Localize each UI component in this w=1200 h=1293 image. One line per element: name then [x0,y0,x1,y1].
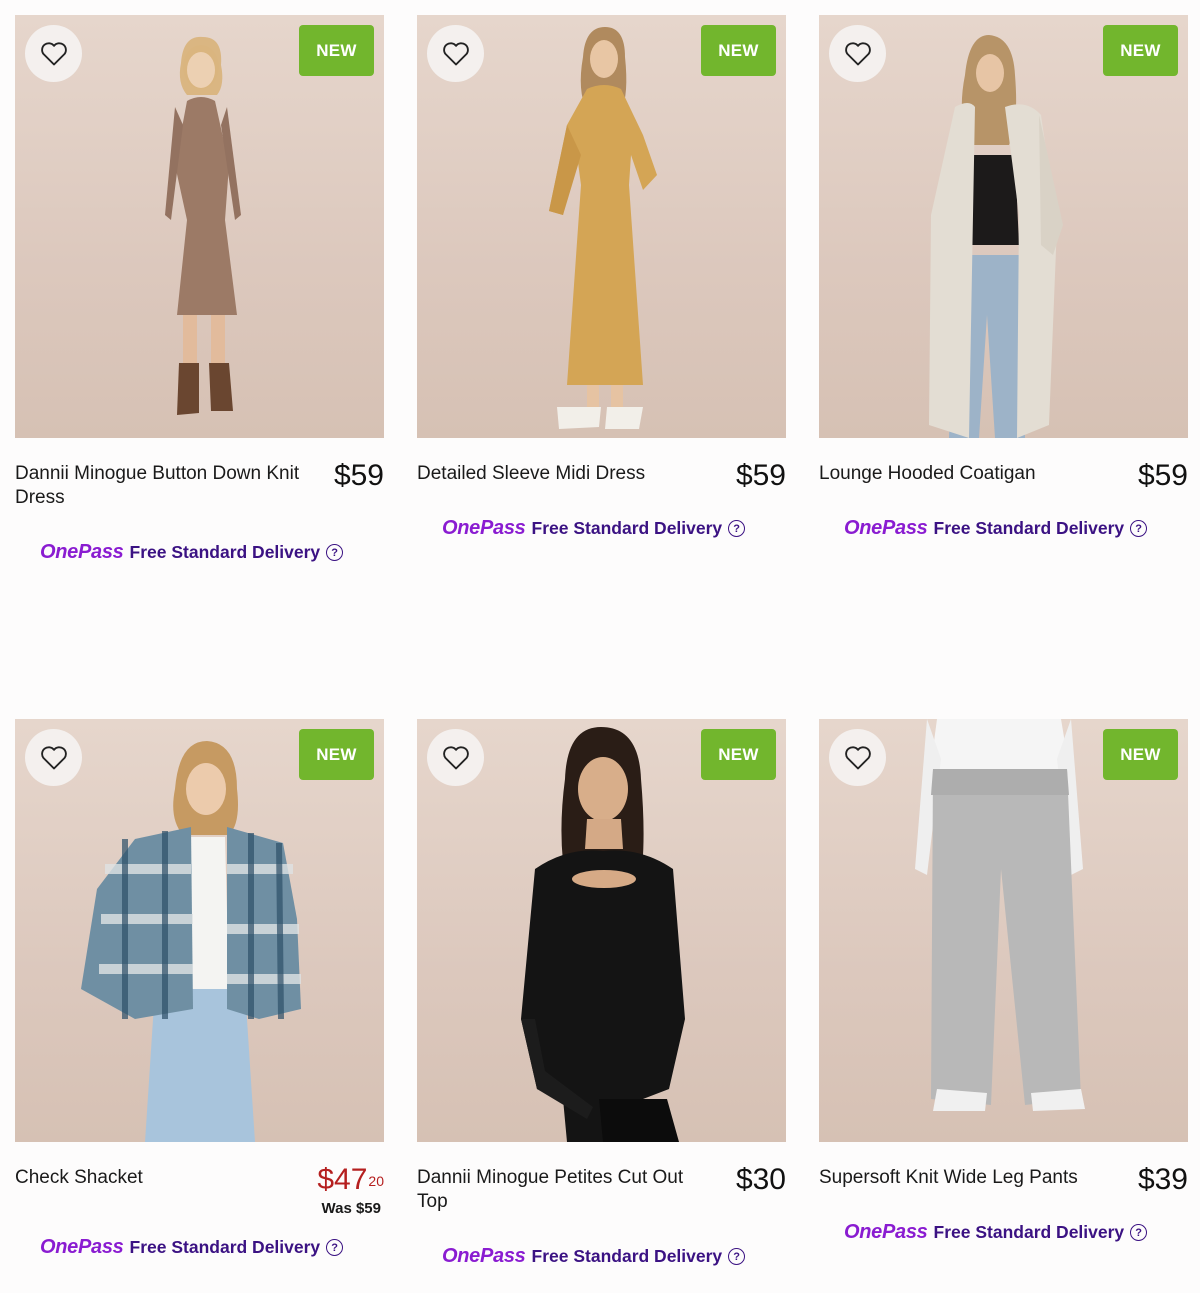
wishlist-button[interactable] [829,25,886,82]
model-photo [915,719,1085,1111]
sale-price-cents: 20 [368,1173,384,1189]
new-badge: NEW [1103,25,1178,76]
onepass-delivery: OnePass Free Standard Delivery ? [40,541,344,564]
product-price: $39 [1137,1163,1188,1196]
help-icon[interactable]: ? [326,1239,344,1256]
help-icon[interactable]: ? [326,544,344,561]
product-price: $30 [735,1163,786,1196]
heart-icon [442,41,469,65]
product-title[interactable]: Detailed Sleeve Midi Dress [417,462,717,486]
new-badge: NEW [1103,729,1178,780]
new-badge: NEW [299,729,374,780]
new-badge: NEW [299,25,374,76]
was-price: Was $59 [321,1200,381,1217]
heart-icon [40,41,67,65]
heart-icon [442,745,469,769]
product-price: $59 [735,459,786,492]
delivery-text: Free Standard Delivery [531,1246,723,1266]
delivery-text: Free Standard Delivery [129,542,321,562]
wishlist-button[interactable] [25,729,82,786]
product-image[interactable]: NEW [819,15,1188,438]
wishlist-button[interactable] [829,729,886,786]
help-icon[interactable]: ? [728,1248,746,1265]
product-image[interactable]: NEW [15,15,384,438]
onepass-delivery: OnePass Free Standard Delivery ? [40,1236,344,1259]
wishlist-button[interactable] [427,25,484,82]
product-card[interactable]: NEW Lounge Hooded Coatigan $59 OnePass F… [819,15,1188,539]
heart-icon [40,745,67,769]
sale-price: $4720 [317,1163,384,1197]
model-photo [521,727,685,1142]
product-card[interactable]: NEW Dannii Minogue Petites Cut Out Top $… [417,719,786,1267]
product-image[interactable]: NEW [819,719,1188,1142]
product-image[interactable]: NEW [417,719,786,1142]
product-card[interactable]: NEW Detailed Sleeve Midi Dress $59 OnePa… [417,15,786,539]
product-card[interactable]: NEW Check Shacket $4720 Was $59 OnePass … [15,719,384,1258]
product-card[interactable]: NEW Supersoft Knit Wide Leg Pants $39 On… [819,719,1188,1243]
new-badge: NEW [701,729,776,780]
heart-icon [844,745,871,769]
onepass-delivery: OnePass Free Standard Delivery ? [442,517,746,540]
heart-icon [844,41,871,65]
wishlist-button[interactable] [427,729,484,786]
help-icon[interactable]: ? [1130,520,1148,537]
delivery-text: Free Standard Delivery [933,518,1125,538]
help-icon[interactable]: ? [1130,1224,1148,1241]
delivery-text: Free Standard Delivery [129,1237,321,1257]
product-image[interactable]: NEW [15,719,384,1142]
onepass-delivery: OnePass Free Standard Delivery ? [442,1245,746,1268]
sale-price-dollars: $47 [317,1163,368,1196]
onepass-logo: OnePass [40,1236,124,1258]
help-icon[interactable]: ? [728,520,746,537]
new-badge: NEW [701,25,776,76]
model-photo [165,36,241,415]
onepass-delivery: OnePass Free Standard Delivery ? [844,1221,1148,1244]
onepass-logo: OnePass [844,1221,928,1243]
product-price: $59 [333,459,384,492]
onepass-logo: OnePass [442,517,526,539]
product-image[interactable]: NEW [417,15,786,438]
delivery-text: Free Standard Delivery [531,518,723,538]
model-photo [929,35,1063,438]
delivery-text: Free Standard Delivery [933,1222,1125,1242]
onepass-logo: OnePass [844,517,928,539]
wishlist-button[interactable] [25,25,82,82]
product-title[interactable]: Supersoft Knit Wide Leg Pants [819,1166,1119,1190]
product-title[interactable]: Check Shacket [15,1166,315,1190]
product-card[interactable]: NEW Dannii Minogue Button Down Knit Dres… [15,15,384,563]
onepass-logo: OnePass [40,541,124,563]
onepass-logo: OnePass [442,1245,526,1267]
product-title[interactable]: Dannii Minogue Petites Cut Out Top [417,1166,717,1214]
product-price: $59 [1137,459,1188,492]
model-photo [81,741,301,1142]
product-title[interactable]: Dannii Minogue Button Down Knit Dress [15,462,315,510]
product-title[interactable]: Lounge Hooded Coatigan [819,462,1119,486]
model-photo [549,27,657,429]
onepass-delivery: OnePass Free Standard Delivery ? [844,517,1148,540]
